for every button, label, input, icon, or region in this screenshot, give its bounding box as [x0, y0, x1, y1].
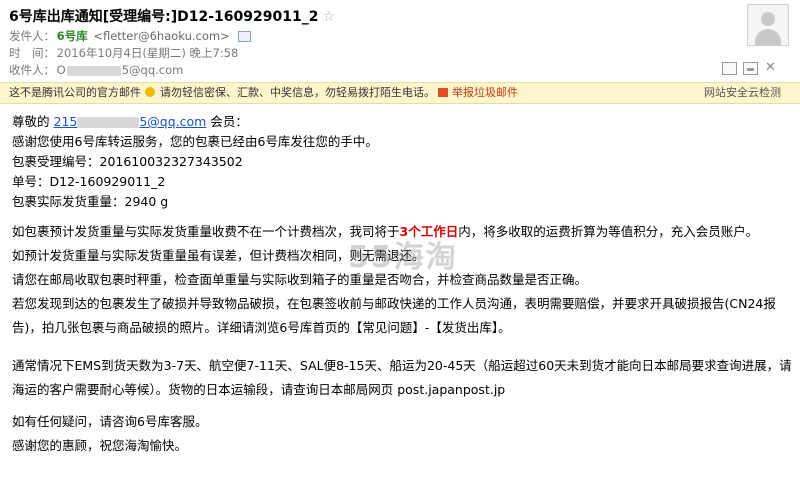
- sender-name[interactable]: 6号库: [57, 29, 88, 43]
- watermark: 55海淘: [348, 240, 458, 275]
- redaction-mask: [66, 65, 121, 76]
- mail-header: 6号库出库通知[受理编号:]D12-160929011_2 ☆ 发件人： 6号库 …: [0, 0, 800, 82]
- mail-subject: 6号库出库通知[受理编号:]D12-160929011_2 ☆: [9, 6, 335, 26]
- new-window-icon[interactable]: [722, 62, 737, 75]
- close-icon[interactable]: ✕: [764, 61, 777, 74]
- questions-line: 如有任何疑问，请咨询6号库客服。: [12, 414, 208, 429]
- refund-text-pre: 如包裹预计发货重量与实际发货重量收费不在一个计费档次，我司将于: [12, 224, 400, 239]
- lightbulb-icon: [145, 87, 155, 97]
- avatar-head-shape: [761, 12, 775, 26]
- greeting: 尊敬的 215 5@qq.com 会员：: [12, 112, 792, 132]
- weight-line: 包裹实际发货重量：2940 g: [12, 194, 169, 209]
- subject-text: 6号库出库通知[受理编号:]D12-160929011_2: [9, 9, 319, 25]
- recipient-row: 收件人： O 5@qq.com: [9, 62, 183, 78]
- email-suffix: 5@qq.com: [139, 114, 207, 129]
- sender-avatar[interactable]: [747, 4, 789, 46]
- time-value: 2016年10月4日(星期二) 晚上7:58: [56, 46, 239, 60]
- security-tip: 请勿轻信密保、汇款、中奖信息，勿轻易拨打陌生电话。: [160, 86, 435, 99]
- delivery-time-line: 通常情况下EMS到货天数为3-7天、航空便7-11天、SAL便8-15天、船运为…: [12, 358, 792, 397]
- refund-text-post: 内，将多收取的运费折算为等值积分，充入会员账户。: [458, 224, 759, 239]
- recipient-suffix: 5@qq.com: [121, 63, 184, 77]
- member-email-link[interactable]: 215 5@qq.com: [54, 114, 207, 129]
- tracking-number-line: 包裹受理编号：201610032327343502: [12, 154, 243, 169]
- recipient-label: 收件人：: [9, 63, 55, 77]
- time-label: 时 间：: [9, 46, 55, 60]
- print-icon[interactable]: [743, 62, 758, 75]
- recipient-prefix: O: [56, 63, 66, 77]
- sender-label: 发件人：: [9, 29, 55, 43]
- sender-row: 发件人： 6号库 <fletter@6haoku.com>: [9, 28, 252, 44]
- report-icon: [438, 88, 448, 97]
- damage-line: 若您发现到达的包裹发生了破损并导致物品破损，在包裹签收前与邮政快递的工作人员沟通…: [12, 296, 776, 335]
- star-icon[interactable]: ☆: [322, 9, 335, 25]
- security-warning-bar: 这不是腾讯公司的官方邮件 请勿轻信密保、汇款、中奖信息，勿轻易拨打陌生电话。 举…: [0, 82, 800, 104]
- official-notice: 这不是腾讯公司的官方邮件: [9, 86, 141, 99]
- thanks-line: 感谢您使用6号库转运服务，您的包裹已经由6号库发往您的手中。: [12, 134, 378, 149]
- email-prefix: 215: [53, 114, 78, 129]
- sender-address: <fletter@6haoku.com>: [93, 29, 230, 43]
- avatar-body-shape: [755, 29, 781, 45]
- greeting-suffix: 会员：: [210, 114, 248, 129]
- greeting-prefix: 尊敬的: [12, 114, 50, 129]
- order-number-line: 单号：D12-160929011_2: [12, 174, 166, 189]
- site-safety-check[interactable]: 网站安全云检测: [704, 83, 781, 103]
- closing-line: 感谢您的惠顾，祝您海淘愉快。: [12, 438, 188, 453]
- report-spam-link[interactable]: 举报垃圾邮件: [452, 83, 518, 103]
- redaction-mask: [77, 117, 140, 128]
- mail-body: 尊敬的 215 5@qq.com 会员： 感谢您使用6号库转运服务，您的包裹已经由…: [12, 112, 792, 458]
- time-row: 时 间： 2016年10月4日(星期二) 晚上7:58: [9, 45, 238, 61]
- add-contact-icon[interactable]: [238, 31, 252, 42]
- mail-tools: ✕: [722, 61, 777, 75]
